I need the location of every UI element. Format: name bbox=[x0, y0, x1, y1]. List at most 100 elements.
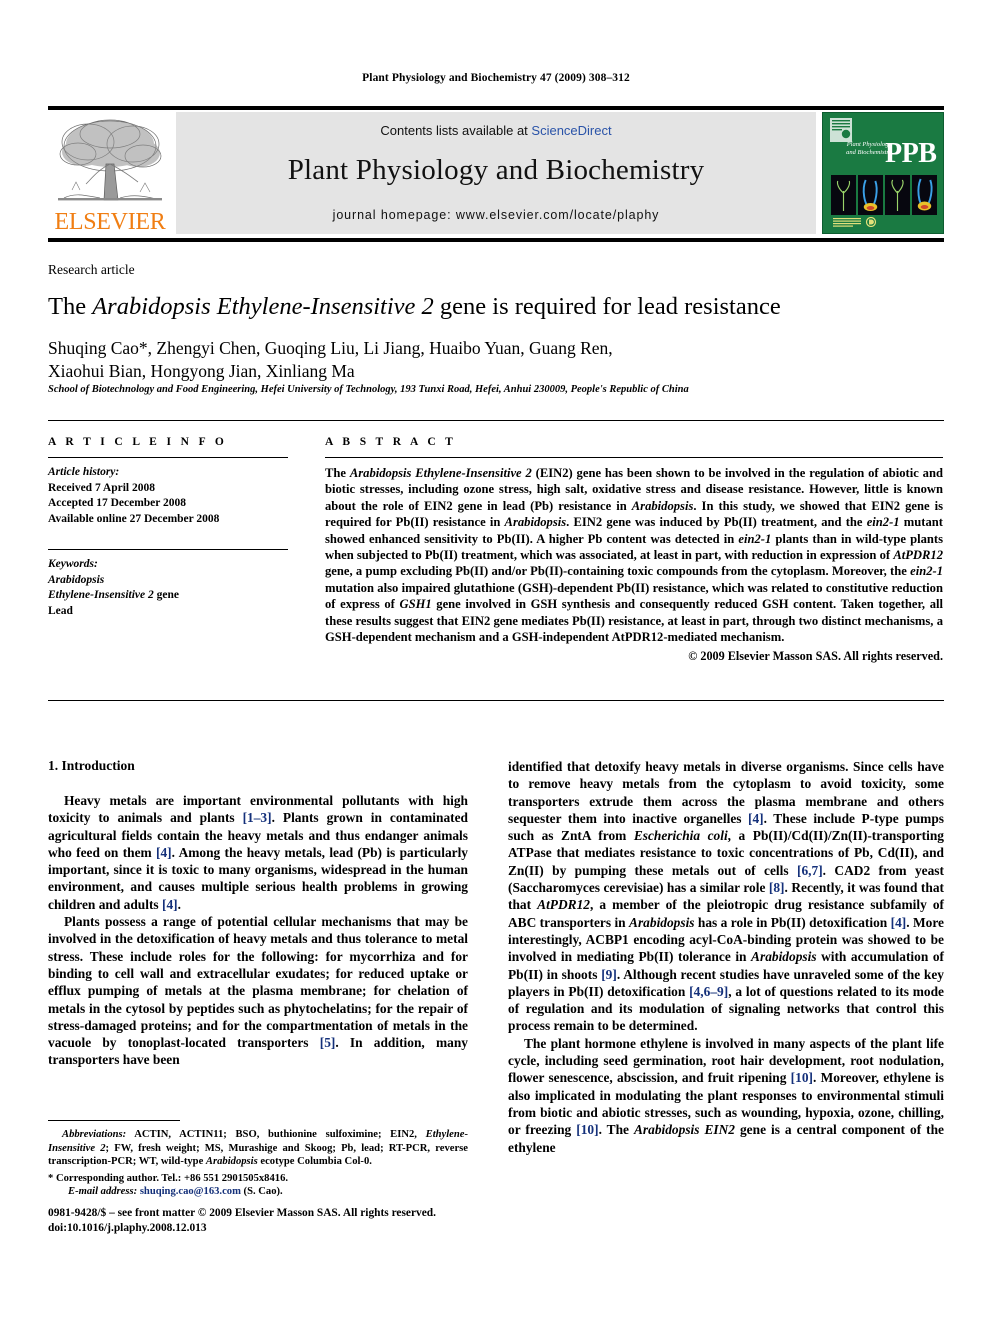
author-line-1: Shuqing Cao*, Zhengyi Chen, Guoqing Liu,… bbox=[48, 338, 613, 358]
abs-it-5: ein2-1 bbox=[738, 531, 772, 546]
abbrev-c: ecotype Columbia Col-0. bbox=[257, 1156, 372, 1168]
cover-photo-c bbox=[885, 175, 910, 215]
elsevier-wordmark: ELSEVIER bbox=[54, 209, 166, 235]
cover-photo-b bbox=[858, 175, 883, 215]
cover-photo-strip bbox=[831, 175, 937, 215]
abstract-copyright: © 2009 Elsevier Masson SAS. All rights r… bbox=[688, 649, 943, 664]
citation-ref[interactable]: [4,6–9] bbox=[689, 984, 728, 999]
masthead-bottom-rule bbox=[48, 238, 944, 242]
info-block-bottom-rule bbox=[48, 700, 944, 701]
rp2-c: . The bbox=[598, 1122, 634, 1138]
body-right-column: identified that detoxify heavy metals in… bbox=[508, 758, 944, 1156]
email-note: E-mail address: shuqing.cao@163.com (S. … bbox=[48, 1185, 468, 1199]
corresponding-author-note: * Corresponding author. Tel.: +86 551 29… bbox=[48, 1172, 289, 1184]
email-link[interactable]: shuqing.cao@163.com bbox=[140, 1186, 241, 1197]
cover-footer-logo-icon bbox=[833, 217, 877, 227]
citation-ref[interactable]: [10] bbox=[791, 1070, 813, 1085]
paragraph-right-1: identified that detoxify heavy metals in… bbox=[508, 758, 944, 1035]
abs-it-6: AtPDR12 bbox=[893, 548, 943, 563]
citation-ref[interactable]: [10] bbox=[576, 1122, 598, 1137]
abbreviations-note: Abbreviations: ACTIN, ACTIN11; BSO, buth… bbox=[48, 1128, 468, 1169]
citation-ref[interactable]: [4] bbox=[891, 915, 907, 930]
cover-fluorescence-icon-d bbox=[912, 175, 937, 215]
cover-photo-a bbox=[831, 175, 856, 215]
journal-cover-thumbnail: Plant Physiology and Biochemistry PPB bbox=[822, 112, 944, 234]
abs-it-1: Arabidopsis Ethylene-Insensitive 2 bbox=[349, 466, 532, 480]
rp1-it-2: AtPDR12 bbox=[537, 897, 590, 913]
citation-ref[interactable]: [5] bbox=[320, 1035, 336, 1050]
article-available-date: Available online 27 December 2008 bbox=[48, 512, 220, 525]
affiliation: School of Biotechnology and Food Enginee… bbox=[48, 384, 689, 395]
sciencedirect-link[interactable]: ScienceDirect bbox=[531, 123, 611, 138]
author-list: Shuqing Cao*, Zhengyi Chen, Guoqing Liu,… bbox=[48, 337, 928, 383]
article-info-heading: A R T I C L E I N F O bbox=[48, 436, 228, 448]
abs-seg-a: The bbox=[325, 466, 350, 480]
keyword-item-2: Ethylene-Insensitive 2 gene bbox=[48, 588, 288, 604]
cover-photo-d bbox=[912, 175, 937, 215]
abs-it-7: ein2-1 bbox=[910, 564, 943, 579]
section-heading-introduction: 1. Introduction bbox=[48, 758, 135, 773]
journal-band: Contents lists available at ScienceDirec… bbox=[176, 112, 816, 234]
keyword-item-3: Lead bbox=[48, 604, 73, 617]
page-title: The Arabidopsis Ethylene-Insensitive 2 g… bbox=[48, 292, 944, 322]
paragraph-left-2: Plants possess a range of potential cell… bbox=[48, 913, 468, 1069]
journal-homepage[interactable]: journal homepage: www.elsevier.com/locat… bbox=[176, 208, 816, 222]
rp1-it-4: Arabidopsis bbox=[751, 949, 817, 965]
body-left-column: 1. Introduction Heavy metals are importa… bbox=[48, 758, 468, 1069]
abs-it-8: GSH1 bbox=[399, 597, 432, 612]
cover-elsevier-mark-icon bbox=[830, 118, 852, 142]
article-history-label: Article history: bbox=[48, 466, 120, 478]
abs-it-3: Arabidopsis bbox=[504, 515, 567, 530]
rp2-it-1: Arabidopsis EIN2 bbox=[633, 1122, 735, 1138]
abstract-text: The Arabidopsis Ethylene-Insensitive 2 (… bbox=[325, 465, 943, 645]
citation-ref[interactable]: [6,7] bbox=[797, 863, 823, 878]
lp1-d: . bbox=[177, 896, 181, 912]
abbreviations-label: Abbreviations: bbox=[62, 1129, 127, 1140]
email-label: E-mail address: bbox=[68, 1186, 138, 1198]
cover-fluorescence-icon-b bbox=[858, 175, 883, 215]
abs-it-2: Arabidopsis bbox=[631, 498, 694, 513]
article-received-date: Received 7 April 2008 bbox=[48, 481, 155, 494]
contents-prefix: Contents lists available at bbox=[380, 123, 532, 138]
abstract-rule bbox=[325, 457, 943, 458]
title-gene-name: Arabidopsis Ethylene-Insensitive 2 bbox=[92, 293, 434, 320]
paragraph-left-1: Heavy metals are important environmental… bbox=[48, 792, 468, 913]
contents-line: Contents lists available at ScienceDirec… bbox=[176, 123, 816, 138]
cover-seedling-icon-c bbox=[885, 175, 910, 215]
email-suffix: (S. Cao). bbox=[240, 1186, 283, 1198]
keywords-label: Keywords: bbox=[48, 558, 98, 570]
citation-ref[interactable]: [9] bbox=[601, 967, 617, 982]
imprint-doi[interactable]: doi:10.1016/j.plaphy.2008.12.013 bbox=[48, 1221, 518, 1236]
rp1-it-3: Arabidopsis bbox=[629, 914, 695, 930]
journal-title: Plant Physiology and Biochemistry bbox=[287, 154, 705, 186]
paragraph-right-2: The plant hormone ethylene is involved i… bbox=[508, 1035, 944, 1156]
cover-seedling-icon-a bbox=[831, 175, 856, 215]
article-info-rule bbox=[48, 457, 288, 458]
running-head: Plant Physiology and Biochemistry 47 (20… bbox=[362, 72, 630, 84]
citation-ref[interactable]: [1–3] bbox=[243, 810, 272, 825]
citation-ref[interactable]: [8] bbox=[769, 880, 785, 895]
citation-ref[interactable]: [4] bbox=[156, 845, 172, 860]
citation-ref[interactable]: [4] bbox=[162, 897, 178, 912]
abs-seg-g: gene, a pump excluding Pb(II) and/or Pb(… bbox=[325, 564, 911, 579]
article-accepted-date: Accepted 17 December 2008 bbox=[48, 497, 187, 509]
elsevier-tree-icon bbox=[58, 119, 162, 201]
article-info-column: A R T I C L E I N F O Article history: R… bbox=[48, 436, 288, 619]
keyword-item-1: Arabidopsis bbox=[48, 573, 105, 586]
rp1-it-1: Escherichia coli bbox=[633, 828, 728, 844]
info-block-top-rule bbox=[48, 420, 944, 421]
keyword-item-2-plain: gene bbox=[153, 589, 179, 601]
abs-seg-d: . EIN2 gene was induced by Pb(II) treatm… bbox=[566, 515, 867, 530]
title-part-2: gene is required for lead resistance bbox=[433, 293, 781, 320]
footnote-block: Abbreviations: ACTIN, ACTIN11; BSO, buth… bbox=[48, 1128, 468, 1199]
lp2-a: Plants possess a range of potential cell… bbox=[48, 914, 468, 1051]
elsevier-logo: ELSEVIER bbox=[48, 112, 172, 234]
abbrev-a: ACTIN, ACTIN11; BSO, buthionine sulfoxim… bbox=[126, 1129, 426, 1140]
cover-abbrev: PPB bbox=[885, 138, 937, 169]
abstract-column: A B S T R A C T The Arabidopsis Ethylene… bbox=[325, 436, 943, 664]
article-type-label: Research article bbox=[48, 262, 135, 277]
citation-ref[interactable]: [4] bbox=[748, 811, 764, 826]
keyword-item-2-italic: Ethylene-Insensitive 2 bbox=[48, 589, 154, 601]
masthead-top-rule bbox=[48, 106, 944, 110]
